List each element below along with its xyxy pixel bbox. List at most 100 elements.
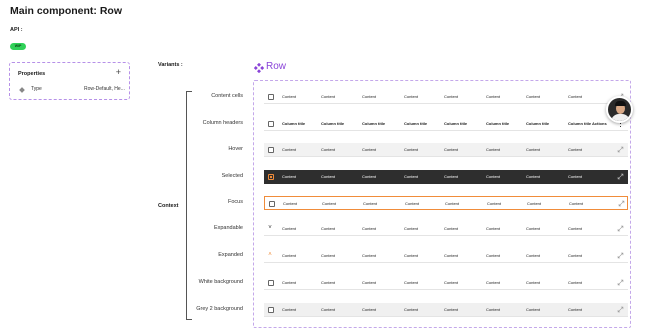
table-cell: Content	[404, 307, 419, 312]
table-cell: Content	[282, 174, 297, 179]
chevron-up-icon[interactable]: ˄	[267, 252, 273, 258]
table-cell: Content	[282, 94, 297, 99]
row-label: Grey 2 background	[196, 306, 243, 312]
plus-icon[interactable]: +	[116, 67, 121, 77]
table-cell: Content	[282, 307, 297, 312]
table-cell: Content	[404, 147, 419, 152]
table-cell: Content	[362, 147, 377, 152]
table-cell: Content	[404, 226, 419, 231]
column-header[interactable]: Column title	[404, 121, 427, 126]
table-cell: Content	[362, 174, 377, 179]
table-cell: Content	[568, 307, 583, 312]
column-header[interactable]: Column title	[486, 121, 509, 126]
table-cell: Content	[282, 226, 297, 231]
variant-property-icon	[19, 87, 25, 93]
table-cell: Content	[486, 174, 501, 179]
row-checkbox[interactable]	[269, 201, 275, 207]
row-label: Selected	[221, 173, 243, 179]
table-cell: Content	[444, 94, 459, 99]
row-checkbox[interactable]	[268, 280, 274, 286]
table-cell: Content	[321, 147, 336, 152]
table-row[interactable]: ˄ Content Content Content Content Content Cont…	[264, 249, 628, 263]
column-header[interactable]: Column title	[362, 121, 385, 126]
expand-icon[interactable]	[617, 146, 624, 153]
table-cell: Content	[321, 307, 336, 312]
table-cell: Content	[526, 147, 541, 152]
column-header[interactable]: Column title	[444, 121, 467, 126]
table-cell: Content	[526, 174, 541, 179]
table-cell: Content	[486, 147, 501, 152]
table-cell: Content	[321, 174, 336, 179]
table-cell: Content	[362, 226, 377, 231]
table-cell: Content	[444, 253, 459, 258]
row-label: White background	[198, 279, 243, 285]
column-header[interactable]: Column title	[282, 121, 305, 126]
table-cell: Content	[362, 280, 377, 285]
table-cell: Content	[568, 280, 583, 285]
table-cell: Content	[321, 280, 336, 285]
row-checkbox[interactable]	[268, 307, 274, 313]
table-cell: Content	[487, 201, 502, 206]
table-cell: Content	[486, 226, 501, 231]
table-cell: Content	[526, 253, 541, 258]
row-checkbox[interactable]	[268, 94, 274, 100]
expand-icon[interactable]	[617, 279, 624, 286]
api-label: API :	[10, 27, 23, 33]
variants-label: Variants :	[158, 62, 183, 68]
table-cell: Content	[568, 94, 583, 99]
expand-icon[interactable]	[618, 200, 625, 207]
row-checkbox[interactable]	[268, 174, 274, 180]
table-row[interactable]: Content Content Content Content Content Conte…	[264, 90, 628, 104]
table-cell: Content	[362, 253, 377, 258]
row-label: Column headers	[202, 120, 243, 126]
column-header[interactable]: Column title	[321, 121, 344, 126]
expand-icon[interactable]	[617, 306, 624, 313]
table-cell: Content	[282, 253, 297, 258]
table-cell: Content	[444, 307, 459, 312]
table-row[interactable]: Column title Column title Column title Colu…	[264, 117, 628, 131]
table-cell: Content	[321, 253, 336, 258]
status-badge: WIP	[10, 43, 26, 50]
component-title[interactable]: Row	[266, 61, 286, 72]
table-row[interactable]: Content Content Content Content Content Conte…	[264, 196, 628, 210]
table-row[interactable]: Content Content Content Content Content Conte…	[264, 276, 628, 290]
table-cell: Content	[404, 253, 419, 258]
table-cell: Content	[569, 201, 584, 206]
table-cell: Content	[444, 280, 459, 285]
table-row[interactable]: ˅ Content Content Content Content Content Cont…	[264, 222, 628, 236]
actions-column-header: Actions	[592, 121, 607, 126]
table-cell: Content	[445, 201, 460, 206]
avatar[interactable]	[606, 96, 633, 123]
table-cell: Content	[322, 201, 337, 206]
properties-panel: Properties + Type Row-Default, He...	[9, 62, 130, 100]
table-cell: Content	[486, 307, 501, 312]
table-row[interactable]: Content Content Content Content Content Conte…	[264, 143, 628, 157]
column-header[interactable]: Column title	[526, 121, 549, 126]
table-cell: Content	[283, 201, 298, 206]
table-cell: Content	[486, 253, 501, 258]
column-header[interactable]: Column title	[568, 121, 591, 126]
table-cell: Content	[362, 307, 377, 312]
property-value[interactable]: Row-Default, He...	[84, 86, 125, 92]
row-checkbox[interactable]	[268, 147, 274, 153]
row-label: Expandable	[213, 225, 243, 231]
table-cell: Content	[404, 280, 419, 285]
row-checkbox[interactable]	[268, 121, 274, 127]
row-label: Hover	[228, 146, 243, 152]
table-cell: Content	[568, 253, 583, 258]
table-cell: Content	[321, 94, 336, 99]
table-row[interactable]: Content Content Content Content Content Conte…	[264, 170, 628, 184]
component-diamond-icon	[254, 63, 264, 73]
table-row[interactable]: Content Content Content Content Content Conte…	[264, 303, 628, 317]
chevron-down-icon[interactable]: ˅	[267, 225, 273, 231]
table-cell: Content	[404, 94, 419, 99]
table-cell: Content	[282, 147, 297, 152]
table-cell: Content	[526, 307, 541, 312]
table-cell: Content	[486, 280, 501, 285]
table-cell: Content	[362, 94, 377, 99]
expand-icon[interactable]	[617, 225, 624, 232]
expand-icon[interactable]	[617, 173, 624, 180]
table-cell: Content	[363, 201, 378, 206]
expand-icon[interactable]	[617, 252, 624, 259]
table-cell: Content	[568, 226, 583, 231]
